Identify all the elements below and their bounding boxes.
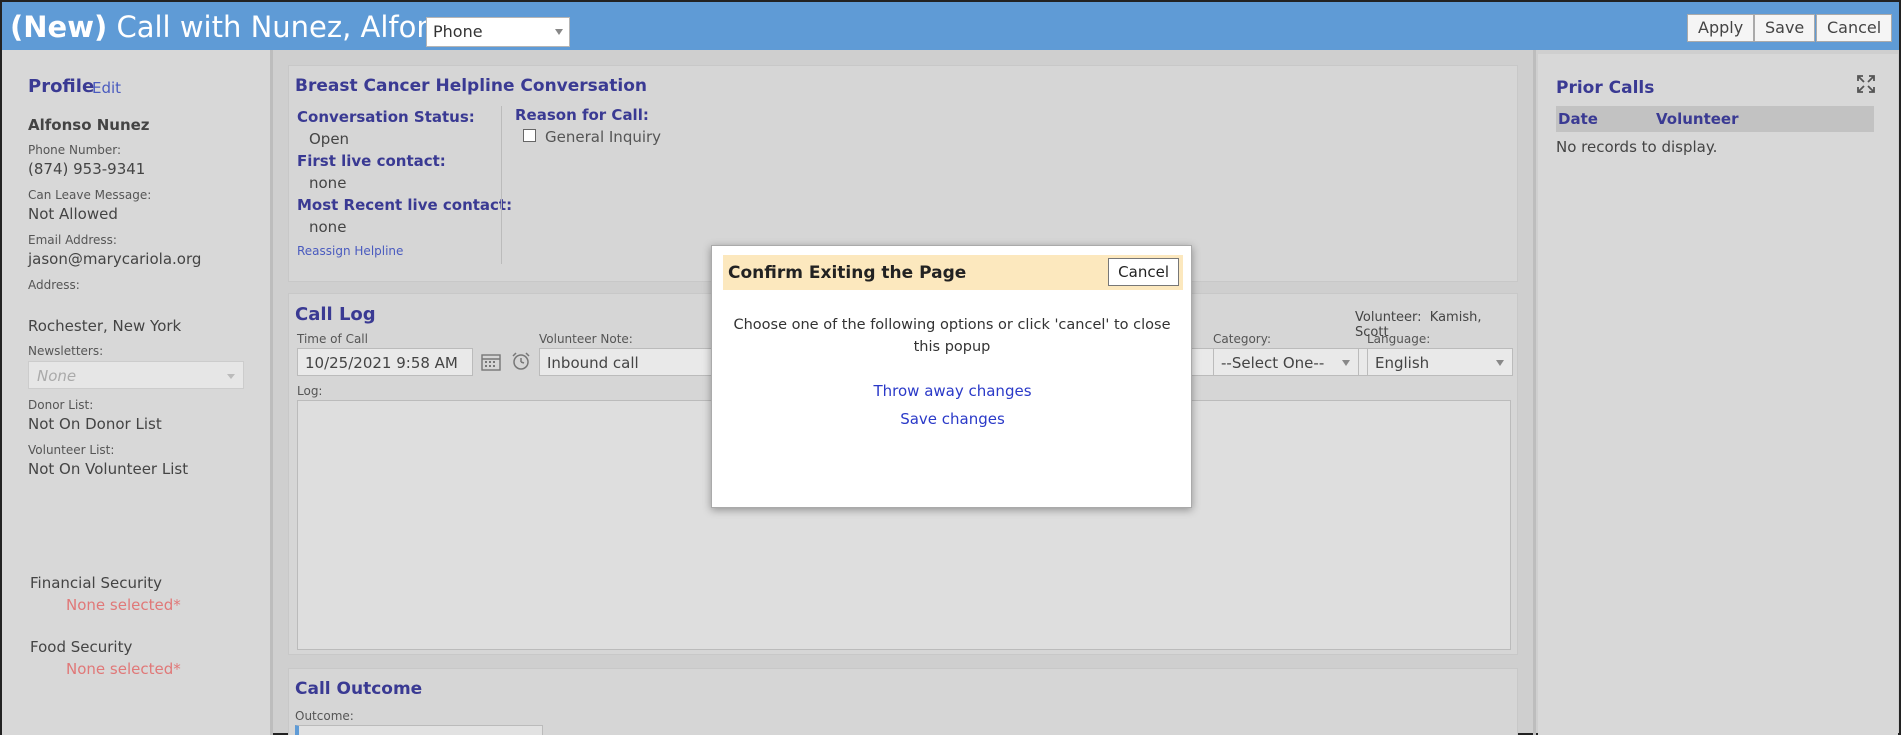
donor-label: Donor List: xyxy=(28,398,94,412)
time-of-call-label: Time of Call xyxy=(297,332,368,346)
profile-name: Alfonso Nunez xyxy=(28,116,150,134)
first-contact-label: First live contact: xyxy=(297,152,446,170)
leave-message-label: Can Leave Message: xyxy=(28,188,152,202)
cancel-button[interactable]: Cancel xyxy=(1816,14,1893,42)
outcome-select[interactable] xyxy=(295,725,543,735)
prior-calls-empty: No records to display. xyxy=(1556,138,1718,156)
first-contact-value: none xyxy=(309,174,347,192)
food-security-value[interactable]: None selected* xyxy=(66,660,181,678)
category-label: Category: xyxy=(1213,332,1271,346)
col-date[interactable]: Date xyxy=(1558,110,1598,128)
dialog-header: Confirm Exiting the Page Cancel xyxy=(723,255,1183,290)
food-security-label: Food Security xyxy=(30,638,133,656)
prior-calls-title: Prior Calls xyxy=(1556,78,1655,98)
apply-button[interactable]: Apply xyxy=(1687,14,1755,42)
call-type-select[interactable]: Phone xyxy=(426,17,570,47)
email-value: jason@marycariola.org xyxy=(28,250,202,268)
alarm-clock-icon[interactable] xyxy=(511,351,531,371)
newsletters-label: Newsletters: xyxy=(28,344,104,358)
profile-edit-link[interactable]: Edit xyxy=(92,79,121,97)
chevron-down-icon xyxy=(227,374,235,379)
chevron-down-icon xyxy=(1342,360,1350,366)
call-log-title: Call Log xyxy=(295,304,376,325)
phone-label: Phone Number: xyxy=(28,143,122,157)
financial-security-label: Financial Security xyxy=(30,574,163,592)
chevron-down-icon xyxy=(1496,360,1504,366)
language-select[interactable]: English xyxy=(1367,348,1513,376)
address-value: Rochester, New York xyxy=(28,317,182,335)
category-value: --Select One-- xyxy=(1221,354,1325,372)
call-outcome-title: Call Outcome xyxy=(295,679,423,699)
volunteer-label-text: Volunteer: xyxy=(1355,310,1422,325)
dialog-title: Confirm Exiting the Page xyxy=(728,263,967,283)
financial-security-value[interactable]: None selected* xyxy=(66,596,181,614)
newsletters-select[interactable]: None xyxy=(28,361,244,389)
general-inquiry-checkbox[interactable] xyxy=(523,129,536,142)
left-divider[interactable] xyxy=(270,50,273,735)
reassign-helpline-link[interactable]: Reassign Helpline xyxy=(297,244,403,258)
prior-calls-panel: Prior Calls Date Volunteer No records to… xyxy=(1538,54,1898,735)
expand-icon[interactable] xyxy=(1856,74,1876,94)
call-title: Call with Nunez, Alfonso xyxy=(107,10,468,44)
call-outcome-panel: Call Outcome Outcome: xyxy=(288,668,1518,735)
volunteer-list-label: Volunteer List: xyxy=(28,443,115,457)
calendar-icon[interactable] xyxy=(481,353,501,371)
log-label: Log: xyxy=(297,384,323,398)
dialog-message: Choose one of the following options or c… xyxy=(733,317,1171,355)
time-of-call-input[interactable]: 10/25/2021 9:58 AM xyxy=(297,348,473,376)
outcome-label: Outcome: xyxy=(295,709,354,723)
throw-away-changes-link[interactable]: Throw away changes xyxy=(712,382,1193,400)
dialog-cancel-button[interactable]: Cancel xyxy=(1108,258,1179,286)
volunteer-list-value: Not On Volunteer List xyxy=(28,460,189,478)
address-label: Address: xyxy=(28,278,80,292)
donor-value: Not On Donor List xyxy=(28,415,162,433)
leave-message-value: Not Allowed xyxy=(28,205,118,223)
profile-panel: Profile Edit Alfonso Nunez Phone Number:… xyxy=(2,50,270,735)
new-badge: (New) xyxy=(10,10,108,44)
general-inquiry-label: General Inquiry xyxy=(545,128,662,146)
right-divider[interactable] xyxy=(1533,50,1536,735)
page-title: (New) Call with Nunez, Alfonso xyxy=(10,10,468,44)
confirm-exit-dialog: Confirm Exiting the Page Cancel Choose o… xyxy=(711,245,1192,508)
call-type-value: Phone xyxy=(433,22,483,41)
prior-calls-header: Date Volunteer xyxy=(1556,106,1874,132)
chevron-down-icon xyxy=(555,29,563,35)
recent-contact-label: Most Recent live contact: xyxy=(297,196,513,214)
column-divider xyxy=(501,106,502,264)
category-select[interactable]: --Select One-- xyxy=(1213,348,1359,376)
email-label: Email Address: xyxy=(28,233,117,247)
conversation-status-value: Open xyxy=(309,130,350,148)
header-bar: (New) Call with Nunez, Alfonso Phone App… xyxy=(2,2,1899,50)
conversation-status-label: Conversation Status: xyxy=(297,108,475,126)
save-changes-link[interactable]: Save changes xyxy=(712,410,1193,428)
newsletters-value: None xyxy=(37,367,77,385)
save-button[interactable]: Save xyxy=(1754,14,1816,42)
phone-value: (874) 953-9341 xyxy=(28,160,146,178)
reason-label: Reason for Call: xyxy=(515,106,649,124)
volunteer-note-label: Volunteer Note: xyxy=(539,332,633,346)
language-label: Language: xyxy=(1367,332,1431,346)
language-value: English xyxy=(1375,354,1430,372)
recent-contact-value: none xyxy=(309,218,347,236)
profile-heading: Profile xyxy=(28,76,95,97)
col-volunteer[interactable]: Volunteer xyxy=(1656,110,1739,128)
conversation-title: Breast Cancer Helpline Conversation xyxy=(295,76,648,96)
